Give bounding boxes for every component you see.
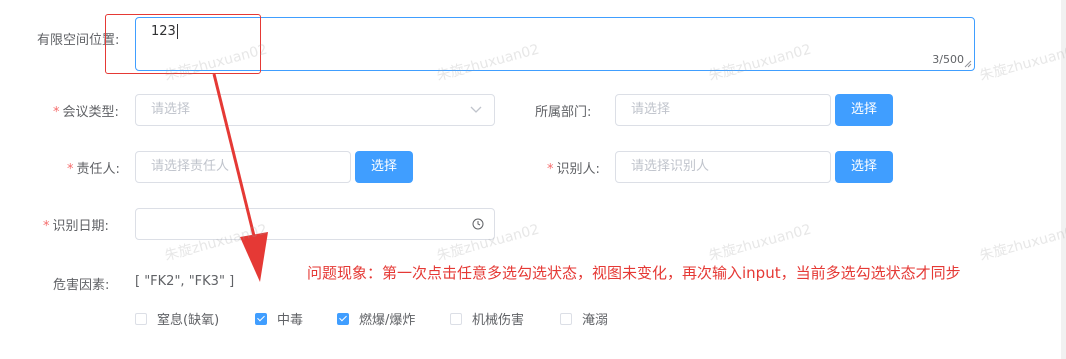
clock-icon: [472, 218, 484, 230]
department-label: 所属部门:: [535, 105, 592, 120]
responsible-label: * 责任人:: [67, 162, 120, 177]
checkbox-checked[interactable]: [255, 312, 267, 325]
hazard-option-poisoning[interactable]: 中毒: [255, 309, 303, 328]
checkbox-checked[interactable]: [337, 312, 349, 325]
department-placeholder: 请选择: [631, 102, 671, 117]
meeting-type-label: * 会议类型:: [53, 105, 119, 120]
meeting-type-select[interactable]: 请选择: [135, 94, 495, 126]
location-textarea[interactable]: 123 3/500: [135, 17, 975, 71]
identifier-input[interactable]: 请选择识别人: [615, 151, 831, 183]
hazard-option-suffocation[interactable]: 窒息(缺氧): [135, 309, 219, 328]
checkbox[interactable]: [560, 312, 572, 325]
checkbox[interactable]: [450, 312, 462, 325]
hazard-option-drowning[interactable]: 淹溺: [560, 309, 608, 328]
character-counter: 3/500: [932, 53, 964, 66]
watermark-text: 朱旋zhuxuan02: [977, 221, 1066, 265]
identifier-placeholder: 请选择识别人: [631, 159, 710, 174]
department-input[interactable]: 请选择: [615, 94, 831, 126]
watermark-text: 朱旋zhuxuan02: [977, 41, 1066, 85]
annotation-note: 问题现象：第一次点击任意多选勾选状态，视图未变化，再次输入input，当前多选勾…: [307, 264, 961, 282]
hazard-option-explosion[interactable]: 燃爆/爆炸: [337, 309, 415, 328]
identify-date-picker[interactable]: [135, 208, 495, 240]
annotation-highlight-box: [105, 14, 261, 74]
responsible-select-button[interactable]: 选择: [355, 151, 413, 183]
annotation-arrow: [212, 73, 268, 282]
identifier-select-button[interactable]: 选择: [835, 151, 893, 183]
chevron-down-icon: [470, 106, 482, 113]
identifier-label: * 识别人:: [547, 162, 600, 177]
department-select-button[interactable]: 选择: [835, 94, 893, 126]
resize-handle-icon[interactable]: [964, 60, 972, 68]
watermark-text: 朱旋zhuxuan02: [706, 221, 814, 265]
meeting-type-placeholder: 请选择: [151, 102, 191, 117]
hazards-label: 危害因素:: [53, 278, 110, 293]
vertical-scrollbar[interactable]: [1061, 0, 1066, 359]
hazard-option-mechanical[interactable]: 机械伤害: [450, 309, 524, 328]
identify-date-label: * 识别日期:: [43, 219, 109, 234]
checkbox[interactable]: [135, 312, 147, 325]
